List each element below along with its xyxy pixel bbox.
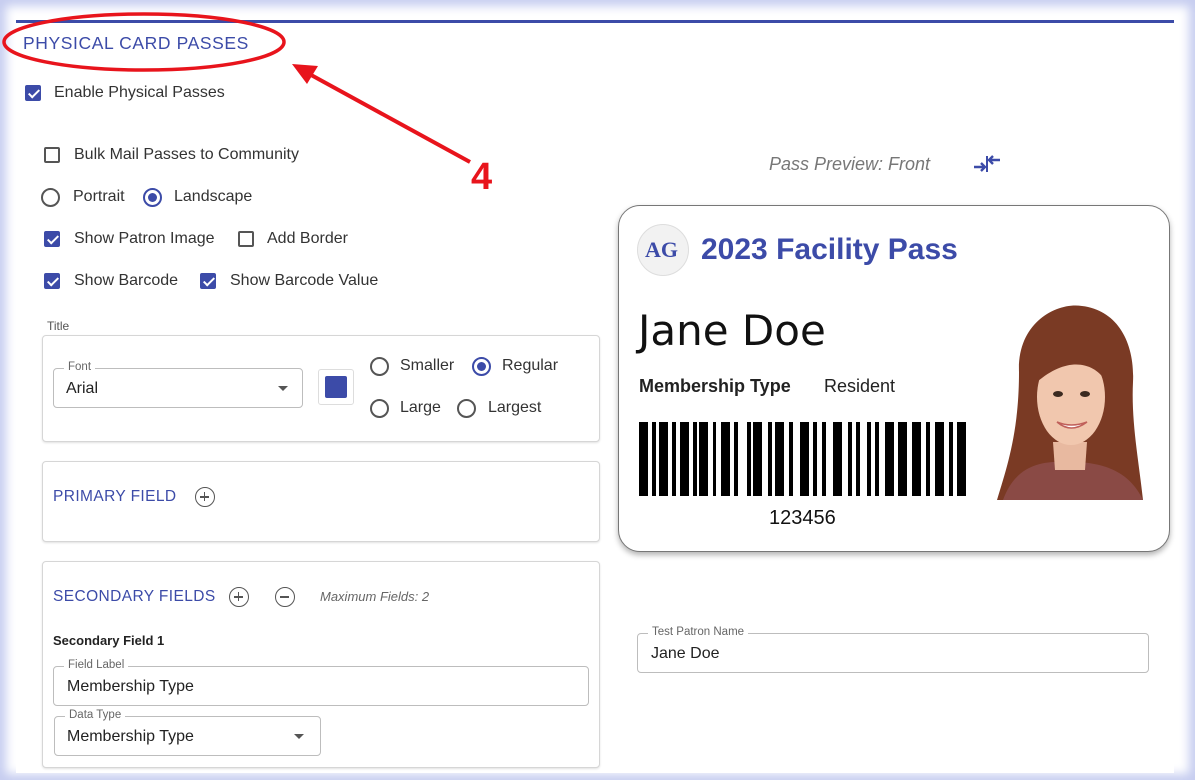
highlight-ellipse bbox=[2, 12, 286, 72]
annotation-arrow-head bbox=[292, 64, 318, 84]
step-number-label: 4 bbox=[471, 156, 493, 198]
annotation-overlay bbox=[2, 12, 471, 164]
annotation-arrow-line bbox=[301, 68, 471, 164]
